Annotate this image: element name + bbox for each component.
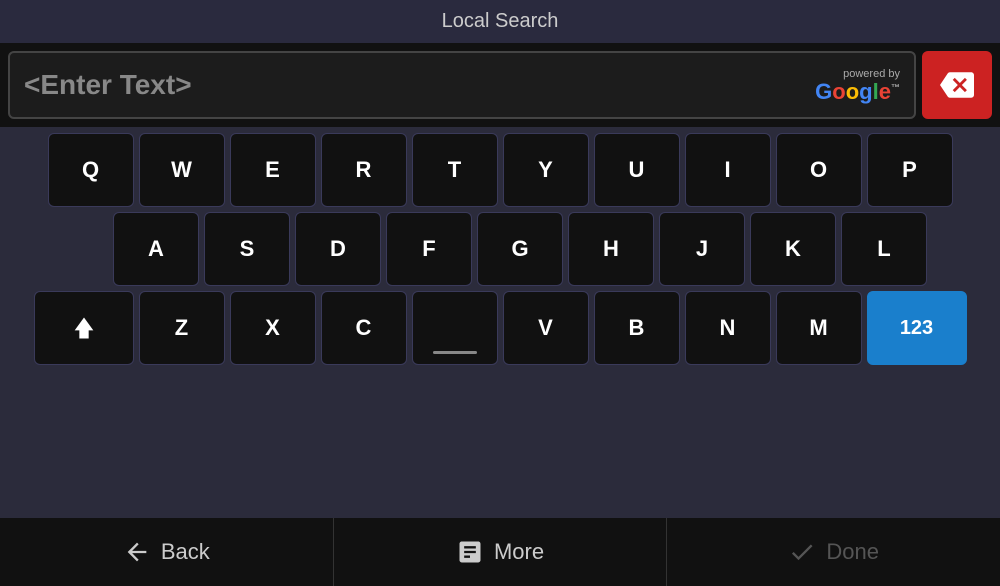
backspace-button[interactable] [922, 51, 992, 119]
key-a[interactable]: A [113, 212, 199, 286]
key-l[interactable]: L [841, 212, 927, 286]
backspace-icon [940, 68, 974, 102]
key-e[interactable]: E [230, 133, 316, 207]
done-button[interactable]: Done [667, 518, 1000, 586]
key-b[interactable]: B [594, 291, 680, 365]
search-placeholder: <Enter Text> [24, 69, 192, 101]
key-k[interactable]: K [750, 212, 836, 286]
key-u[interactable]: U [594, 133, 680, 207]
keyboard-row-2: ASDFGHJKL [6, 212, 994, 286]
google-logo: Google™ [815, 81, 900, 103]
back-icon [123, 538, 151, 566]
key-x[interactable]: X [230, 291, 316, 365]
search-row: <Enter Text> powered by Google™ [0, 43, 1000, 127]
key-y[interactable]: Y [503, 133, 589, 207]
shift-button[interactable] [34, 291, 134, 365]
more-button[interactable]: More [334, 518, 668, 586]
key-z[interactable]: Z [139, 291, 225, 365]
key-d[interactable]: D [295, 212, 381, 286]
google-badge: powered by Google™ [815, 68, 900, 103]
key-v[interactable]: V [503, 291, 589, 365]
done-icon [788, 538, 816, 566]
key-h[interactable]: H [568, 212, 654, 286]
key-space[interactable] [412, 291, 498, 365]
key-o[interactable]: O [776, 133, 862, 207]
key-c[interactable]: C [321, 291, 407, 365]
shift-icon [70, 314, 98, 342]
bottom-bar: Back More Done [0, 518, 1000, 586]
key-q[interactable]: Q [48, 133, 134, 207]
key-w[interactable]: W [139, 133, 225, 207]
page-title: Local Search [0, 0, 1000, 43]
key-f[interactable]: F [386, 212, 472, 286]
search-box[interactable]: <Enter Text> powered by Google™ [8, 51, 916, 119]
key-r[interactable]: R [321, 133, 407, 207]
keyboard: QWERTYUIOP ASDFGHJKL ZXC VBNM123 [0, 127, 1000, 518]
key-j[interactable]: J [659, 212, 745, 286]
key-123[interactable]: 123 [867, 291, 967, 365]
keyboard-row-3: ZXC VBNM123 [6, 291, 994, 365]
key-s[interactable]: S [204, 212, 290, 286]
key-p[interactable]: P [867, 133, 953, 207]
key-t[interactable]: T [412, 133, 498, 207]
more-icon [456, 538, 484, 566]
keyboard-row-1: QWERTYUIOP [6, 133, 994, 207]
key-i[interactable]: I [685, 133, 771, 207]
key-g[interactable]: G [477, 212, 563, 286]
key-n[interactable]: N [685, 291, 771, 365]
key-m[interactable]: M [776, 291, 862, 365]
back-button[interactable]: Back [0, 518, 334, 586]
